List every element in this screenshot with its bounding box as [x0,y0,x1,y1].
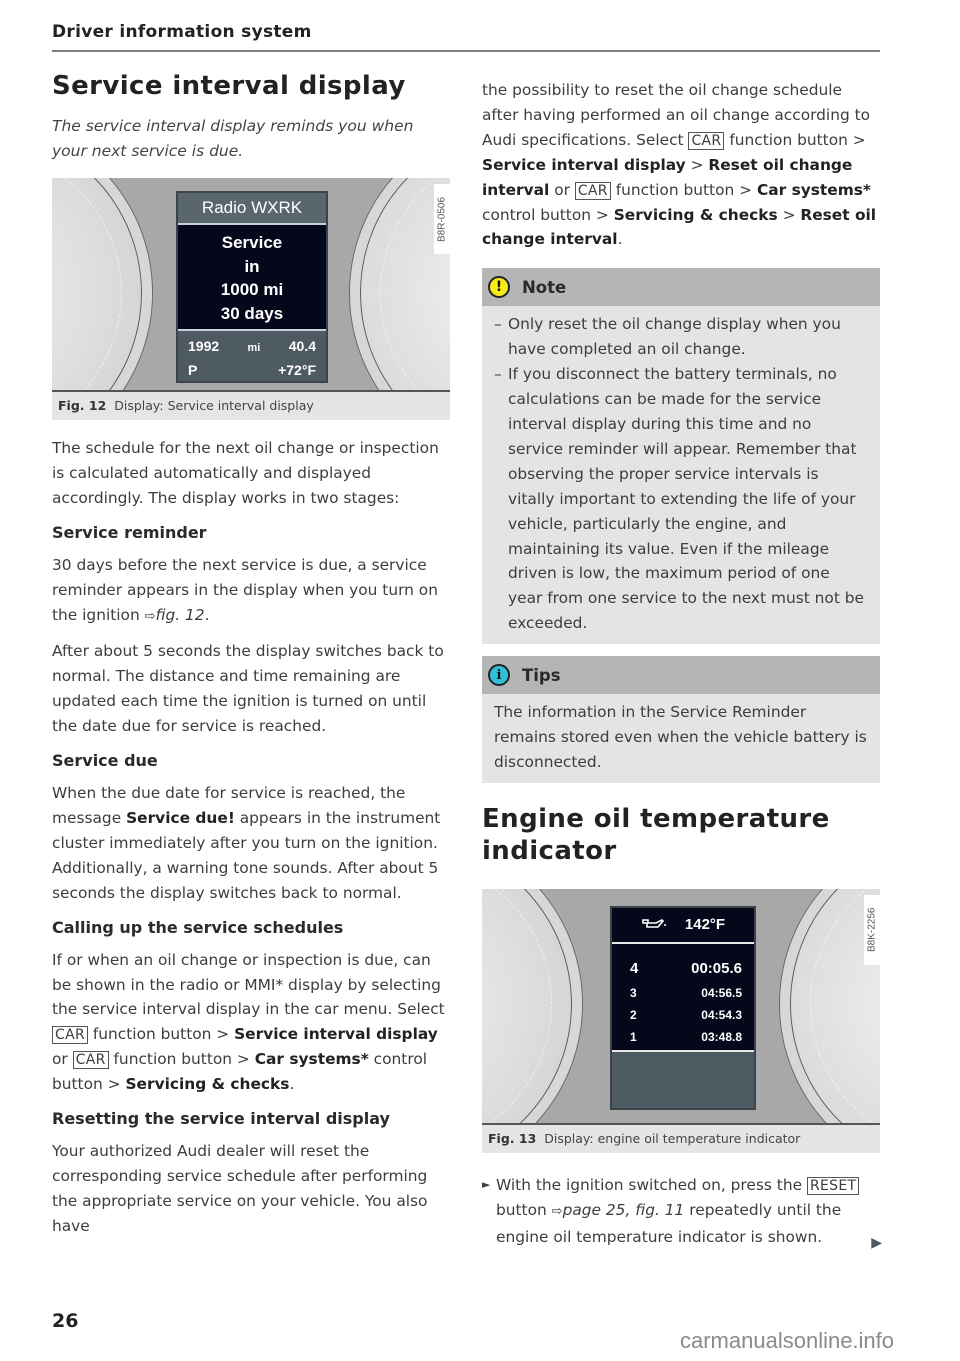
left-column: Service interval display The service int… [52,70,452,1239]
paragraph: If or when an oil change or inspection i… [52,950,445,1094]
figure-code: B8K-2256 [864,894,880,965]
reset-key-label: RESET [806,1176,860,1195]
note-body: Only reset the oil change display when y… [482,306,880,644]
instruction-step: ► With the ignition switched on, press th… [482,1173,882,1251]
tips-header: i Tips [482,656,880,695]
lap-row: 3 04:56.5 [630,985,742,1000]
subheading-calling-up: Calling up the service schedules [52,917,344,937]
service-distance: 1000 mi [220,280,284,299]
figure-13-image: 142°F 4 00:05.6 3 04:56.5 2 04:54.3 1 03:48.… [482,888,880,1125]
paragraph: When the due date for service is reached… [52,784,441,902]
tips-text: The information in the Service Reminder … [494,703,867,771]
car-key-label: CAR [72,1051,109,1070]
display-footer [612,1051,754,1102]
gear-indicator: P [188,362,198,378]
tips-box: i Tips The information in the Service Re… [482,656,880,783]
warning-exclamation-icon: ! [488,276,510,299]
tips-body: The information in the Service Reminder … [482,694,880,783]
note-header: ! Note [482,268,880,307]
reference-arrow-icon: ⇨ [551,1203,563,1219]
paragraph: 30 days before the next service is due, … [52,555,438,624]
oil-temp-row: 142°F [612,907,754,944]
info-icon: i [488,664,510,687]
odometer: 1992 [188,338,220,354]
reference-arrow-icon: ⇨ [144,608,156,624]
figure-13: 142°F 4 00:05.6 3 04:56.5 2 04:54.3 1 03:48.… [482,888,880,1153]
lap-row: 4 00:05.6 [630,959,742,977]
figure-12: Radio WXRK Service in 1000 mi 30 days 19… [52,178,450,420]
car-key-label: CAR [688,131,725,150]
subheading-resetting: Resetting the service interval display [52,1109,390,1129]
figure-label: Fig. 12 [58,398,107,413]
note-item: Only reset the oil change display when y… [494,312,868,362]
oil-temperature: 142°F [684,916,726,934]
car-key-label: CAR [52,1026,88,1045]
page-header: Driver information system [52,22,880,52]
oil-temperature-display: 142°F 4 00:05.6 3 04:56.5 2 04:54.3 1 03:48.… [610,905,756,1110]
section-title-engine-oil: Engine oil temperature indicator [482,803,830,866]
odometer-unit: mi [247,342,261,354]
lap-times: 4 00:05.6 3 04:56.5 2 04:54.3 1 03:48.8 [612,943,754,1052]
service-days: 30 days [220,303,284,323]
page-reference-link[interactable]: page 25, fig. 11 [563,1201,685,1219]
oil-can-icon [641,916,667,934]
service-line: Service [221,233,283,252]
outside-temp: +72°F [278,362,316,378]
lap-row: 2 04:54.3 [630,1007,742,1022]
service-due-message: Service due! [126,808,235,827]
left-gauge [482,888,582,1123]
intro-text: The service interval display reminds you… [52,117,414,160]
paragraph: Your authorized Audi dealer will reset t… [52,1142,428,1235]
lap-row: 1 03:48.8 [630,1029,742,1044]
service-line: in [244,256,260,276]
watermark: carmanualsonline.info [680,1328,895,1353]
step-bullet-icon: ► [482,1177,491,1191]
figure-caption: Fig. 12 Display: Service interval displa… [52,392,450,420]
instrument-display: Radio WXRK Service in 1000 mi 30 days 19… [176,191,328,383]
figure-label: Fig. 13 [488,1130,537,1146]
figure-caption-text: Display: engine oil temperature indicato… [544,1130,801,1146]
paragraph: The schedule for the next oil change or … [52,439,439,507]
right-column: the possibility to reset the oil change … [482,78,882,1256]
paragraph: the possibility to reset the oil change … [482,81,877,249]
continue-arrow-icon: ▶ [871,1234,882,1251]
figure-caption: Fig. 13 Display: engine oil temperature … [482,1125,880,1153]
left-gauge [52,178,152,390]
paragraph: After about 5 seconds the display switch… [52,642,444,736]
page-title: Service interval display [52,71,406,101]
service-message: Service in 1000 mi 30 days [178,225,326,329]
figure-caption-text: Display: Service interval display [114,398,314,413]
subheading-service-due: Service due [52,751,158,771]
subheading-service-reminder: Service reminder [52,522,207,542]
note-box: ! Note Only reset the oil change display… [482,268,880,645]
section-title: Driver information system [52,22,312,42]
car-key-label: CAR [574,181,611,200]
note-title: Note [522,277,567,297]
figure-12-image: Radio WXRK Service in 1000 mi 30 days 19… [52,178,450,392]
figure-code: B8R-0506 [434,184,450,254]
radio-label: Radio WXRK [178,193,326,225]
trip-meter: 40.4 [288,338,316,354]
page-number: 26 [52,1310,79,1332]
status-bar: 1992 mi 40.4 P +72°F [178,329,326,381]
tips-title: Tips [522,665,561,685]
header-divider [52,50,880,52]
note-item: If you disconnect the battery terminals,… [494,362,868,636]
figure-reference-link[interactable]: fig. 12 [156,606,205,624]
